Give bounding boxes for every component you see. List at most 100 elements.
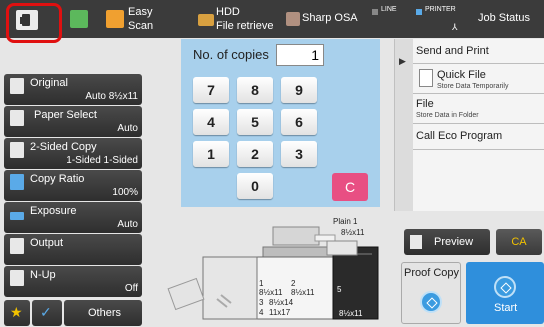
folder-icon [198, 14, 214, 26]
n-up-setting[interactable]: N-Up Off [4, 266, 142, 297]
start-icon [494, 276, 516, 298]
output-setting[interactable]: Output [4, 234, 142, 265]
proof-copy-label: Proof Copy [404, 267, 460, 279]
clear-button[interactable]: C [332, 173, 368, 201]
expand-panel-tab[interactable]: ▶ [395, 39, 413, 211]
file-item[interactable]: File [416, 98, 434, 110]
paper-select-setting[interactable]: Paper Select Auto [4, 106, 142, 137]
call-eco-program-item[interactable]: Call Eco Program [416, 130, 502, 142]
hdd-label: HDD [216, 6, 240, 18]
green-app-button[interactable] [62, 0, 98, 38]
n-up-title: N-Up [30, 269, 56, 281]
exposure-title: Exposure [30, 205, 77, 217]
start-label: Start [494, 302, 518, 314]
tray-2-num: 2 [291, 279, 296, 288]
easy-scan-button[interactable]: Easy Scan [102, 0, 188, 38]
divider [413, 149, 544, 150]
exposure-value: Auto [117, 219, 138, 230]
copies-label: No. of copies [193, 47, 269, 62]
preview-icon [410, 235, 422, 249]
tray-3-size: 8½x14 [269, 298, 294, 307]
tray-1-size: 8½x11 [259, 288, 283, 297]
line-label: LINE [381, 6, 397, 13]
app-icon [70, 10, 88, 28]
file-sub: Store Data in Folder [416, 112, 479, 119]
key-8[interactable]: 8 [237, 77, 273, 103]
tray-2-size: 8½x11 [291, 288, 315, 297]
tray-4-size: 11x17 [269, 308, 291, 317]
start-button[interactable]: Start [466, 262, 544, 324]
key-9[interactable]: 9 [281, 77, 317, 103]
n-up-value: Off [124, 283, 138, 294]
scan-icon [106, 10, 124, 28]
sharp-osa-button[interactable]: Sharp OSA [284, 0, 362, 38]
star-icon: ★ [10, 304, 23, 320]
two-sided-copy-setting[interactable]: 2-Sided Copy 1-Sided 1-Sided [4, 138, 142, 169]
ratio-icon [10, 174, 24, 190]
sharp-osa-label: Sharp OSA [302, 12, 358, 24]
two-sided-copy-title: 2-Sided Copy [30, 141, 97, 153]
exposure-icon [10, 212, 24, 220]
two-sided-copy-value: 1-Sided 1-Sided [66, 155, 138, 166]
home-highlight [6, 3, 62, 43]
printer-label: PRINTER [425, 6, 456, 13]
key-4[interactable]: 4 [193, 109, 229, 135]
divider [413, 63, 544, 64]
proof-start-icon [420, 291, 442, 313]
others-label: Others [88, 307, 122, 319]
paper-select-value: Auto [117, 123, 138, 134]
right-action-panel: ▶ Send and Print Quick File Store Data T… [394, 39, 544, 211]
tray-4-num: 4 [259, 308, 264, 317]
original-title: Original [30, 77, 68, 89]
divider [413, 93, 544, 94]
key-2[interactable]: 2 [237, 141, 273, 167]
duplex-icon [10, 142, 24, 158]
proof-copy-button[interactable]: Proof Copy [401, 262, 461, 324]
machine-status-area: Plain 1 8½x11 1 8½x11 2 8½x11 3 8½x14 4 … [163, 213, 388, 325]
quick-file-item[interactable]: Quick File [437, 69, 486, 81]
copies-keypad-panel: No. of copies 1 7 8 9 4 5 6 1 2 3 0 C [181, 39, 380, 207]
send-and-print-item[interactable]: Send and Print [416, 45, 489, 57]
original-icon [10, 78, 24, 94]
tray-5-size: 8½x11 [339, 309, 363, 318]
hdd-file-retrieve-button[interactable]: HDD File retrieve [196, 0, 278, 38]
paper-select-title: Paper Select [34, 109, 97, 121]
copy-ratio-value: 100% [112, 187, 138, 198]
key-3[interactable]: 3 [281, 141, 317, 167]
key-6[interactable]: 6 [281, 109, 317, 135]
job-icon: ⅄ [452, 22, 458, 32]
output-icon [10, 238, 24, 254]
key-7[interactable]: 7 [193, 77, 229, 103]
others-button[interactable]: Others [64, 300, 142, 326]
original-value: Auto 8½x11 [85, 91, 138, 102]
copy-ratio-setting[interactable]: Copy Ratio 100% [4, 170, 142, 201]
tray-3-num: 3 [259, 298, 264, 307]
expand-arrow-icon: ▶ [399, 56, 406, 66]
original-setting[interactable]: Original Auto 8½x11 [4, 74, 142, 105]
quick-file-sub: Store Data Temporarily [437, 83, 509, 90]
file-retrieve-label: File retrieve [216, 20, 274, 32]
job-status-label: Job Status [478, 12, 530, 24]
line-indicator-icon [372, 9, 378, 15]
favorite-button[interactable]: ★ [4, 300, 30, 326]
osa-icon [286, 12, 300, 26]
job-status-button[interactable]: Job Status [470, 0, 542, 38]
key-0[interactable]: 0 [237, 173, 273, 199]
tray-5-num: 5 [337, 285, 342, 294]
copies-input[interactable]: 1 [276, 44, 324, 66]
check-button[interactable]: ✓ [32, 300, 62, 326]
key-1[interactable]: 1 [193, 141, 229, 167]
easy-scan-label-2: Scan [128, 20, 154, 32]
copy-ratio-title: Copy Ratio [30, 173, 85, 185]
easy-scan-label-1: Easy [128, 6, 153, 18]
tray-1-num: 1 [259, 279, 264, 288]
clear-all-button[interactable]: CA [496, 229, 542, 255]
quick-file-icon [419, 69, 433, 87]
key-5[interactable]: 5 [237, 109, 273, 135]
paper-icon [10, 110, 24, 126]
divider [413, 123, 544, 124]
preview-button[interactable]: Preview [404, 229, 490, 255]
exposure-setting[interactable]: Exposure Auto [4, 202, 142, 233]
nup-icon [10, 270, 24, 286]
preview-label: Preview [434, 236, 474, 248]
